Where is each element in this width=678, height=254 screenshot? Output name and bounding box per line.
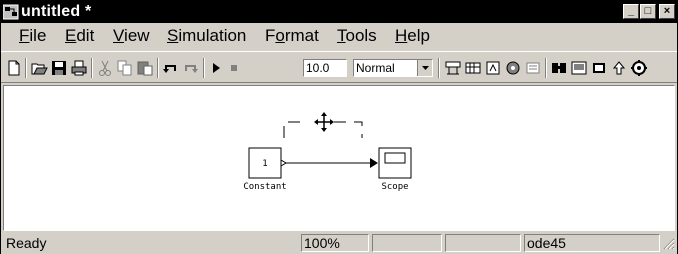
menu-tools[interactable]: Tools (337, 26, 377, 46)
scope-label[interactable]: Scope (365, 182, 425, 192)
toolbar-separator (157, 58, 159, 78)
new-file-icon[interactable] (5, 59, 23, 77)
debugger-icon[interactable] (524, 59, 542, 77)
toolbar-separator (438, 58, 440, 78)
menu-view[interactable]: View (113, 26, 150, 46)
simulink-app-icon[interactable] (3, 4, 19, 20)
library-browser-icon[interactable] (504, 59, 522, 77)
model-browser-icon[interactable] (550, 59, 568, 77)
status-bar: Ready 100% ode45 (1, 232, 677, 254)
close-button[interactable]: × (659, 4, 675, 19)
update-diagram-icon[interactable] (464, 59, 482, 77)
stop-time-input[interactable]: 10.0 (303, 59, 347, 77)
redo-icon[interactable] (182, 59, 200, 77)
maximize-button[interactable]: □ (640, 4, 656, 19)
toggle-view-icon[interactable] (590, 59, 608, 77)
stop-icon[interactable] (225, 59, 243, 77)
menu-bar: File Edit View Simulation Format Tools H… (1, 23, 677, 49)
title-bar[interactable]: untitled * _ □ × (1, 1, 677, 23)
navigate-up-icon[interactable] (610, 59, 628, 77)
move-cursor-icon (314, 112, 334, 132)
scope-view-icon[interactable] (570, 59, 588, 77)
model-canvas[interactable]: 1 Constant Scope (3, 85, 675, 231)
menu-simulation[interactable]: Simulation (167, 26, 246, 46)
menu-format[interactable]: Format (265, 26, 319, 46)
scope-screen (384, 152, 406, 164)
build-icon[interactable] (444, 59, 462, 77)
open-folder-icon[interactable] (30, 59, 48, 77)
menu-file[interactable]: File (19, 26, 46, 46)
simulation-mode-select[interactable]: Normal (353, 59, 433, 77)
undo-icon[interactable] (162, 59, 180, 77)
simulation-mode-value: Normal (356, 61, 395, 75)
paste-icon[interactable] (136, 59, 154, 77)
constant-label[interactable]: Constant (235, 182, 295, 192)
model-explorer-icon[interactable] (484, 59, 502, 77)
status-cell-3 (372, 234, 442, 252)
settings-icon[interactable] (630, 59, 648, 77)
window-title: untitled * (21, 3, 92, 20)
constant-output-port[interactable] (280, 159, 287, 167)
resize-grip-icon[interactable] (663, 238, 675, 250)
toolbar-separator (25, 58, 27, 78)
chevron-down-icon[interactable] (417, 60, 432, 76)
toolbar-separator (203, 58, 205, 78)
toolbar: 10.0 Normal (1, 51, 677, 83)
model-diagram (248, 112, 412, 179)
run-icon[interactable] (207, 59, 225, 77)
save-icon[interactable] (50, 59, 68, 77)
copy-icon[interactable] (116, 59, 134, 77)
simulink-model-window: untitled * _ □ × File Edit View Simulati… (0, 0, 678, 254)
print-icon[interactable] (70, 59, 88, 77)
menu-help[interactable]: Help (395, 26, 430, 46)
solver-name: ode45 (524, 234, 660, 252)
status-text: Ready (6, 235, 47, 251)
zoom-level: 100% (301, 234, 369, 252)
cut-icon[interactable] (96, 59, 114, 77)
constant-value: 1 (262, 159, 268, 169)
toolbar-separator (91, 58, 93, 78)
toolbar-separator (545, 58, 547, 78)
signal-arrow (370, 158, 378, 168)
minimize-button[interactable]: _ (623, 4, 639, 19)
status-cell-4 (445, 234, 521, 252)
menu-edit[interactable]: Edit (65, 26, 94, 46)
